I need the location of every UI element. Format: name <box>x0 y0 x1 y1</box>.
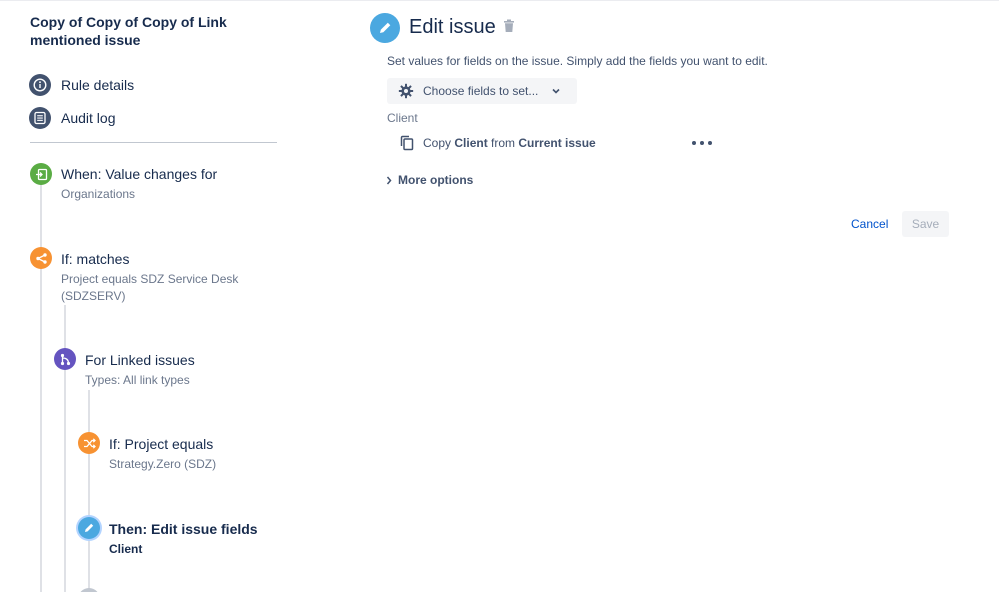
top-border <box>0 0 999 1</box>
linked-branch-icon <box>54 348 76 370</box>
more-options-label: More options <box>398 173 474 187</box>
copy-icon <box>400 135 414 151</box>
rule-title: Copy of Copy of Copy of Link mentioned i… <box>30 14 227 48</box>
step-title: When: Value changes for <box>61 166 218 182</box>
panel-description: Set values for fields on the issue. Simp… <box>387 54 768 68</box>
branch-condition-icon <box>30 247 52 269</box>
step-title: For Linked issues <box>85 352 195 368</box>
pencil-icon <box>78 517 100 539</box>
chevron-down-icon <box>551 86 561 96</box>
rule-step-edit-issue-fields[interactable]: Then: Edit issue fields Client <box>109 520 289 558</box>
cancel-button[interactable]: Cancel <box>843 212 896 236</box>
save-button[interactable]: Save <box>902 211 949 237</box>
choose-fields-label: Choose fields to set... <box>423 84 539 98</box>
step-subtitle: Strategy.Zero (SDZ) <box>109 457 217 471</box>
copy-prefix: Copy <box>423 136 455 150</box>
rule-step-trigger[interactable]: When: Value changes for Organizations <box>61 165 261 203</box>
add-component-icon[interactable] <box>78 588 100 592</box>
trigger-icon <box>30 163 52 185</box>
step-title: Then: Edit issue fields <box>109 521 258 537</box>
nav-item-rule-details[interactable]: Rule details <box>29 74 134 96</box>
step-title: If: matches <box>61 251 130 267</box>
nav-divider <box>30 142 277 143</box>
trash-icon[interactable] <box>503 19 515 38</box>
panel-title: Edit issue <box>409 16 496 38</box>
timeline-line <box>88 390 90 592</box>
gear-icon <box>398 83 414 99</box>
info-icon <box>29 74 51 96</box>
chevron-right-icon <box>386 176 392 185</box>
more-options-toggle[interactable]: More options <box>386 173 473 187</box>
timeline-line <box>40 184 42 592</box>
list-icon <box>29 107 51 129</box>
step-title: If: Project equals <box>109 436 214 452</box>
rule-step-linked-issues[interactable]: For Linked issues Types: All link types <box>85 351 265 389</box>
shuffle-condition-icon <box>78 432 100 454</box>
copy-source: Current issue <box>518 136 596 150</box>
copy-field: Client <box>454 136 488 150</box>
rule-step-project-equals[interactable]: If: Project equals Strategy.Zero (SDZ) <box>109 435 279 473</box>
field-label-client: Client <box>387 111 418 125</box>
step-subtitle: Project equals SDZ Service Desk (SDZSERV… <box>61 272 239 303</box>
nav-item-label: Rule details <box>61 77 135 93</box>
copy-middle: from <box>487 136 519 150</box>
field-value-row[interactable]: Copy Client from Current issue <box>400 135 596 151</box>
nav-item-audit-log[interactable]: Audit log <box>29 107 115 129</box>
choose-fields-button[interactable]: Choose fields to set... <box>387 78 577 104</box>
pencil-icon <box>370 13 400 43</box>
step-subtitle: Client <box>109 542 143 556</box>
step-subtitle: Organizations <box>61 187 136 201</box>
rule-step-condition-matches[interactable]: If: matches Project equals SDZ Service D… <box>61 250 261 305</box>
nav-item-label: Audit log <box>61 110 116 126</box>
more-actions-icon[interactable] <box>692 137 712 149</box>
step-subtitle: Types: All link types <box>85 373 190 387</box>
